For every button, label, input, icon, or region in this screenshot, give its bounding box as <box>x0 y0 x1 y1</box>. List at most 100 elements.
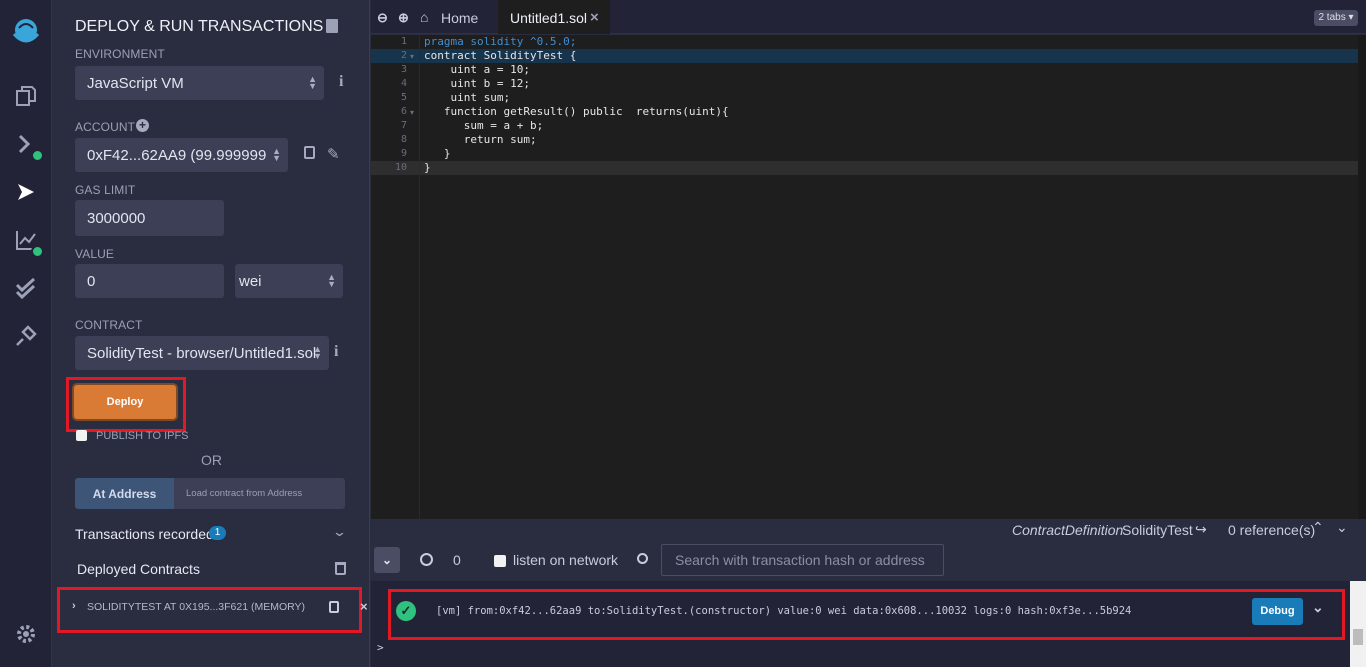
home-icon[interactable]: ⌂ <box>420 9 428 25</box>
docs-book-icon[interactable] <box>326 19 338 33</box>
code-line: } <box>424 147 451 160</box>
gutter-divider <box>419 35 420 519</box>
scrollbar-thumb[interactable] <box>1353 629 1363 645</box>
environment-value: JavaScript VM <box>87 74 184 92</box>
search-icon <box>637 553 648 564</box>
code-line: uint sum; <box>424 91 511 104</box>
expand-log-icon[interactable]: ⌄ <box>1312 599 1324 616</box>
tab-home[interactable]: Home <box>441 10 478 26</box>
line-number: 2 <box>400 50 407 61</box>
fold-arrow-icon[interactable]: ▾ <box>410 52 414 61</box>
transactions-recorded-label[interactable]: Transactions recorded <box>75 526 214 542</box>
gas-limit-input[interactable]: 3000000 <box>75 200 224 236</box>
close-tab-icon[interactable]: × <box>590 9 599 26</box>
publish-ipfs-label: PUBLISH TO IPFS <box>96 430 189 442</box>
line-number: 7 <box>400 120 407 131</box>
collapse-terminal-icon[interactable]: ⌄ <box>374 547 400 573</box>
cursor-line-highlight <box>371 161 1366 175</box>
console-prompt[interactable]: > <box>377 641 384 654</box>
code-line: pragma solidity ^0.5.0; <box>424 35 577 48</box>
account-select[interactable]: 0xF42...62AA9 (99.999999 ▲ ▼ <box>75 138 288 172</box>
plugin-manager-icon[interactable] <box>12 322 40 350</box>
line-number: 10 <box>394 162 407 173</box>
account-label: ACCOUNT <box>75 120 136 134</box>
code-line: uint a = 10; <box>424 63 530 76</box>
tabs-count-label: 2 tabs <box>1318 12 1346 23</box>
listen-network-label: listen on network <box>513 552 619 568</box>
chevron-right-icon[interactable]: › <box>72 600 76 612</box>
line-number: 1 <box>400 36 407 47</box>
chevron-up-icon[interactable]: ⌃ <box>1312 519 1324 536</box>
success-check-icon <box>31 149 44 162</box>
compiler-icon[interactable] <box>12 130 44 162</box>
zoom-out-icon[interactable]: ⊖ <box>377 10 388 26</box>
fold-arrow-icon[interactable]: ▾ <box>410 108 414 117</box>
deployed-contracts-label: Deployed Contracts <box>77 561 200 577</box>
terminal-output: ✓ [vm] from:0xf42...62aa9 to:SolidityTes… <box>371 581 1366 667</box>
select-caret-icon: ▲ ▼ <box>272 146 281 163</box>
terminal-toolbar: ⌄ 0 listen on network Search with transa… <box>371 541 1366 581</box>
tabs-count-dropdown[interactable]: 2 tabs ▾ <box>1314 10 1358 26</box>
clear-console-icon[interactable] <box>420 553 433 566</box>
icon-sidebar <box>0 0 52 667</box>
account-value: 0xF42...62AA9 (99.999999 <box>87 146 267 164</box>
edit-pencil-icon[interactable]: ✎ <box>327 145 340 163</box>
select-caret-icon: ▲ ▼ <box>327 272 336 289</box>
contract-label: CONTRACT <box>75 318 143 332</box>
definition-name[interactable]: SolidityTest <box>1122 522 1193 538</box>
code-line: } <box>424 161 431 174</box>
copy-address-icon[interactable] <box>329 601 339 613</box>
line-number: 4 <box>400 78 407 89</box>
contract-select[interactable]: SolidityTest - browser/Untitled1.sol ▲ ▼ <box>75 336 329 370</box>
deployed-instance-label[interactable]: SOLIDITYTEST AT 0X195...3F621 (MEMORY) <box>87 601 305 613</box>
line-number: 6 <box>400 106 407 117</box>
panel-title: DEPLOY & RUN TRANSACTIONS <box>75 18 324 35</box>
close-instance-icon[interactable]: × <box>360 599 368 614</box>
info-icon[interactable]: i <box>334 343 338 361</box>
code-line: sum = a + b; <box>424 119 544 132</box>
line-number: 9 <box>400 148 407 159</box>
gas-limit-label: GAS LIMIT <box>75 183 136 197</box>
add-account-icon[interactable]: + <box>136 119 149 132</box>
chevron-down-icon[interactable]: ⌄ <box>1336 519 1348 536</box>
success-check-icon <box>31 245 44 258</box>
debug-button[interactable]: Debug <box>1252 598 1303 625</box>
code-editor[interactable]: 1 2 ▾ 3 4 5 6 ▾ 7 8 9 10 pragma solidity… <box>371 35 1366 519</box>
zoom-in-icon[interactable]: ⊕ <box>398 10 409 26</box>
copy-icon[interactable] <box>304 146 315 159</box>
testing-icon[interactable] <box>12 274 40 302</box>
code-line: function getResult() public returns(uint… <box>424 105 729 118</box>
chevron-down-icon[interactable]: ⌄ <box>332 524 347 540</box>
editor-scrollbar[interactable] <box>1358 35 1366 519</box>
definition-type: ContractDefinition <box>1012 522 1124 538</box>
line-number: 3 <box>400 64 407 75</box>
goto-definition-icon[interactable]: ↪ <box>1195 521 1207 538</box>
references-count: 0 reference(s) <box>1228 522 1316 538</box>
pending-tx-counter: 0 <box>453 552 461 568</box>
deploy-run-icon[interactable] <box>12 178 40 206</box>
listen-network-checkbox[interactable] <box>494 555 506 567</box>
deploy-button[interactable]: Deploy <box>74 385 176 419</box>
or-separator: OR <box>201 452 222 468</box>
value-unit: wei <box>239 272 262 290</box>
analysis-icon[interactable] <box>12 226 44 258</box>
transaction-log-line[interactable]: [vm] from:0xf42...62aa9 to:SolidityTest.… <box>436 605 1131 617</box>
tab-untitled1[interactable]: Untitled1.sol × <box>498 0 610 34</box>
at-address-input[interactable]: Load contract from Address <box>174 478 345 509</box>
settings-gear-icon[interactable] <box>12 620 40 648</box>
transaction-search-input[interactable]: Search with transaction hash or address <box>661 544 944 576</box>
definition-status-bar: ContractDefinition SolidityTest ↪ 0 refe… <box>371 519 1366 541</box>
trash-icon[interactable] <box>335 562 346 575</box>
line-number: 5 <box>400 92 407 103</box>
terminal-scrollbar[interactable] <box>1350 581 1366 667</box>
info-icon[interactable]: i <box>339 73 343 91</box>
at-address-button[interactable]: At Address <box>75 478 174 509</box>
remix-ide: DEPLOY & RUN TRANSACTIONS ENVIRONMENT Ja… <box>0 0 1366 667</box>
file-explorer-icon[interactable] <box>12 82 40 110</box>
value-input[interactable]: 0 <box>75 264 224 298</box>
value-unit-select[interactable]: wei ▲ ▼ <box>235 264 343 298</box>
select-caret-icon: ▲ ▼ <box>308 74 317 91</box>
remix-logo-icon[interactable] <box>8 14 44 50</box>
environment-select[interactable]: JavaScript VM ▲ ▼ <box>75 66 324 100</box>
publish-ipfs-checkbox[interactable] <box>76 430 87 441</box>
